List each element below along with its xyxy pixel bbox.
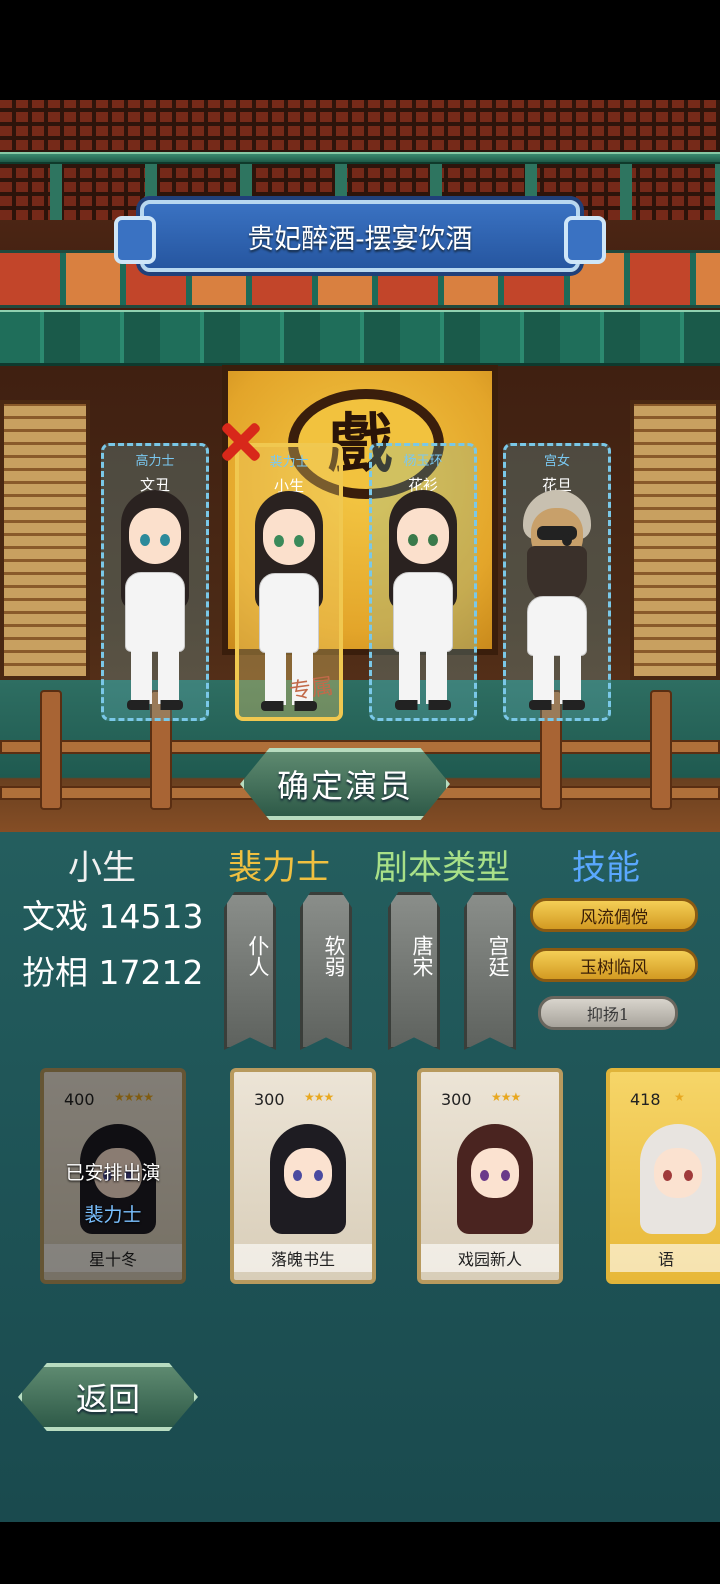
trait-tag: 仆人 xyxy=(224,892,276,1050)
green-beam-decoration xyxy=(0,310,720,366)
card-portrait xyxy=(270,1124,346,1244)
card-assigned-to: 裴力士 xyxy=(84,1204,142,1226)
selected-actor: 裴力士 xyxy=(228,848,330,888)
actor-card-2[interactable]: 300 ★★★ 落魄书生 xyxy=(230,1068,376,1284)
stat-label: 文戏 xyxy=(22,897,88,936)
actor-slot-3[interactable]: 杨玉环 花衫 xyxy=(369,443,477,721)
bamboo-screen-right xyxy=(630,400,720,680)
stat-wenxi: 文戏 14513 xyxy=(22,890,203,938)
actor-slot-1[interactable]: 高力士 文丑 xyxy=(101,443,209,721)
card-status: 已安排出演 xyxy=(65,1162,161,1184)
trait-tag-label: 仆人 xyxy=(246,935,270,977)
skill-badge[interactable]: 抑扬1 xyxy=(538,996,678,1030)
fence-post xyxy=(650,690,672,810)
stat-value: 17212 xyxy=(98,953,204,992)
card-stars: ★ xyxy=(674,1090,685,1104)
back-button[interactable]: 返回 xyxy=(18,1363,198,1431)
stat-value: 14513 xyxy=(98,897,204,936)
fence-post xyxy=(40,690,62,810)
skill-label: 风流倜傥 xyxy=(580,907,648,928)
back-label: 返回 xyxy=(75,1380,140,1418)
card-stars: ★★★★ xyxy=(114,1090,154,1104)
card-name: 语 xyxy=(610,1244,720,1272)
skill-badge[interactable]: 玉树临风 xyxy=(530,948,698,982)
trait-tag: 软弱 xyxy=(300,892,352,1050)
actor-card-4[interactable]: 418 ★ 语 xyxy=(606,1068,720,1284)
card-portrait xyxy=(640,1124,716,1244)
skill-badge[interactable]: 风流倜傥 xyxy=(530,898,698,932)
script-type-tag-label: 唐宋 xyxy=(410,935,434,977)
card-cost: 300 xyxy=(254,1090,285,1109)
actor-slot-4[interactable]: 宫女 花旦 xyxy=(503,443,611,721)
actor-figure xyxy=(383,486,463,716)
scene-title: 贵妃醉酒-摆宴饮酒 xyxy=(247,223,473,255)
skill-label: 抑扬1 xyxy=(586,1005,630,1024)
bamboo-screen-left xyxy=(0,400,90,680)
confirm-actors-button[interactable]: 确定演员 xyxy=(240,748,450,820)
card-stars: ★★★ xyxy=(304,1090,334,1104)
actor-slot-2[interactable]: 裴力士 小生 专属 xyxy=(235,443,343,721)
stat-label: 扮相 xyxy=(22,953,88,992)
card-name: 星十冬 xyxy=(44,1244,182,1272)
card-stars: ★★★ xyxy=(491,1090,521,1104)
actor-figure xyxy=(517,486,597,716)
card-name: 戏园新人 xyxy=(421,1244,559,1272)
stat-banxiang: 扮相 17212 xyxy=(22,946,203,994)
actor-figure xyxy=(115,486,195,716)
card-cost: 400 xyxy=(64,1090,95,1109)
card-portrait xyxy=(457,1124,533,1244)
confirm-actors-label: 确定演员 xyxy=(276,767,413,805)
scene-title-banner: 贵妃醉酒-摆宴饮酒 xyxy=(114,200,606,272)
card-cost: 300 xyxy=(441,1090,472,1109)
skill-heading: 技能 xyxy=(572,848,640,888)
card-cost: 418 xyxy=(630,1090,661,1109)
script-type-tag: 宫廷 xyxy=(464,892,516,1050)
card-name: 落魄书生 xyxy=(234,1244,372,1272)
remove-actor-icon[interactable] xyxy=(216,420,266,464)
slot-character-name: 杨玉环 xyxy=(403,454,443,469)
script-type-heading: 剧本类型 xyxy=(374,848,510,888)
exclusive-tag: 专属 xyxy=(287,674,335,705)
balcony-rail xyxy=(0,152,720,164)
selected-role: 小生 xyxy=(68,848,136,888)
slot-character-name: 宫女 xyxy=(543,454,570,469)
skill-label: 玉树临风 xyxy=(580,957,648,978)
script-type-tag: 唐宋 xyxy=(388,892,440,1050)
trait-tag-label: 软弱 xyxy=(322,935,346,977)
actor-card-3[interactable]: 300 ★★★ 戏园新人 xyxy=(417,1068,563,1284)
script-type-tag-label: 宫廷 xyxy=(486,935,510,977)
slot-character-name: 高力士 xyxy=(135,454,175,469)
